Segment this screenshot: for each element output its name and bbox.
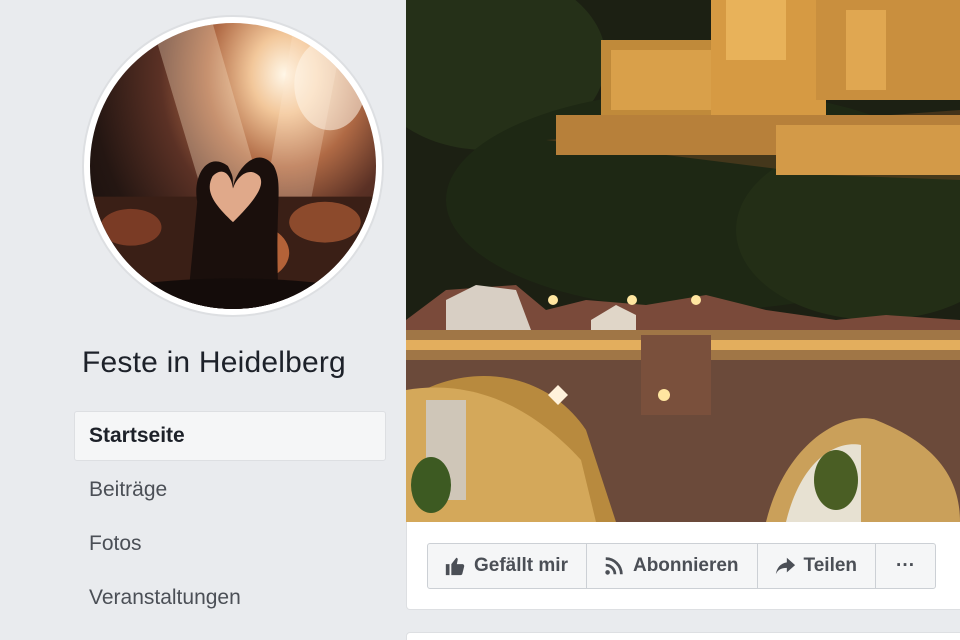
page-title[interactable]: Feste in Heidelberg — [82, 346, 346, 380]
concert-heart-hands-image — [90, 23, 376, 309]
share-arrow-icon — [774, 555, 796, 577]
more-button[interactable]: ··· — [876, 544, 935, 588]
left-column: Feste in Heidelberg Startseite Beiträge … — [0, 0, 406, 640]
like-label: Gefällt mir — [474, 555, 568, 576]
avatar — [90, 23, 376, 309]
cover-photo[interactable] — [406, 0, 960, 522]
page-nav: Startseite Beiträge Fotos Veranstaltunge… — [74, 411, 386, 627]
subscribe-button[interactable]: Abonnieren — [587, 544, 758, 588]
thumbs-up-icon — [444, 555, 466, 577]
nav-item-startseite[interactable]: Startseite — [74, 411, 386, 461]
rss-icon — [603, 555, 625, 577]
share-button[interactable]: Teilen — [758, 544, 877, 588]
profile-picture[interactable] — [82, 15, 384, 317]
share-label: Teilen — [803, 555, 858, 576]
nav-item-beitraege[interactable]: Beiträge — [74, 465, 386, 515]
next-section-card — [406, 632, 960, 640]
page-actions-bar: Gefällt mir Abonnieren Teilen ··· — [427, 543, 937, 589]
nav-item-veranstaltungen[interactable]: Veranstaltungen — [74, 573, 386, 623]
nav-item-fotos[interactable]: Fotos — [74, 519, 386, 569]
like-button[interactable]: Gefällt mir — [428, 544, 587, 588]
page-actions-card: Gefällt mir Abonnieren Teilen ··· — [406, 522, 960, 610]
more-dots-icon: ··· — [896, 555, 916, 576]
heidelberg-castle-bridge-image — [406, 0, 960, 522]
subscribe-label: Abonnieren — [632, 555, 739, 576]
